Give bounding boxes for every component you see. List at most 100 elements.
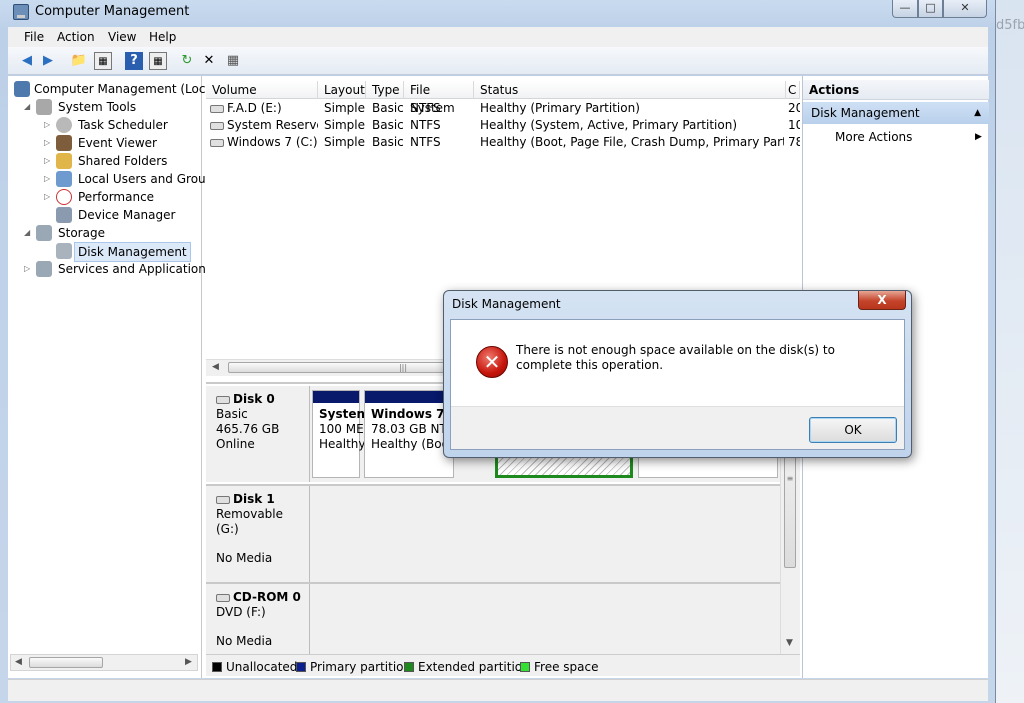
volume-type: Basic xyxy=(372,118,404,132)
scroll-right-icon[interactable]: ▶ xyxy=(185,657,192,667)
scroll-left-icon[interactable]: ◀ xyxy=(212,362,219,372)
volume-capacity: 10 xyxy=(788,118,800,132)
services-icon xyxy=(36,261,52,277)
scroll-left-icon[interactable]: ◀ xyxy=(15,657,22,667)
drive-icon xyxy=(210,104,224,113)
tree-label: Computer Management (Local xyxy=(34,82,217,96)
dialog-title: Disk Management xyxy=(452,297,561,311)
disk-name: Disk 0 xyxy=(233,392,275,406)
volume-layout: Simple xyxy=(324,101,365,115)
expand-arrow-icon[interactable]: ▷ xyxy=(44,134,54,152)
maximize-button[interactable]: □ xyxy=(918,0,943,18)
menu-action[interactable]: Action xyxy=(57,30,95,44)
column-layout[interactable]: Layout xyxy=(318,81,366,99)
disk-1-row[interactable]: Disk 1 Removable (G:) No Media xyxy=(206,484,780,582)
shared-folder-icon xyxy=(56,153,72,169)
tools-icon xyxy=(36,99,52,115)
actions-section-disk-management[interactable]: Disk Management ▲ xyxy=(803,102,989,124)
drive-icon xyxy=(210,121,224,130)
more-actions-link[interactable]: More Actions xyxy=(835,128,912,146)
cdrom-0-row[interactable]: CD-ROM 0 DVD (F:) No Media xyxy=(206,582,780,656)
volume-layout: Simple xyxy=(324,118,365,132)
computer-icon xyxy=(14,81,30,97)
column-type[interactable]: Type xyxy=(366,81,404,99)
back-icon[interactable]: ◀ xyxy=(18,52,36,70)
tree-label: Device Manager xyxy=(78,208,176,222)
volume-label: F.A.D (E:) xyxy=(227,101,282,115)
volume-status: Healthy (System, Active, Primary Partiti… xyxy=(480,118,738,132)
menu-view[interactable]: View xyxy=(108,30,136,44)
submenu-arrow-icon[interactable]: ▶ xyxy=(975,128,982,146)
tree-label: Local Users and Groups xyxy=(78,172,220,186)
volume-capacity: 78 xyxy=(788,135,800,149)
toolbar: ◀ ▶ 📁 ▦ ? ▦ ↻ ✕ ▦ xyxy=(8,47,988,75)
disk-icon xyxy=(56,243,72,259)
device-manager-icon xyxy=(56,207,72,223)
partition-size: 100 ME xyxy=(319,422,364,436)
volume-layout: Simple xyxy=(324,135,365,149)
tree-label: Shared Folders xyxy=(78,154,168,168)
collapse-arrow-icon[interactable]: ◢ xyxy=(24,98,34,116)
properties-icon[interactable]: ▦ xyxy=(224,52,242,70)
volume-row[interactable]: F.A.D (E:) Simple Basic NTFS Healthy (Pr… xyxy=(206,100,800,117)
menu-file[interactable]: File xyxy=(24,30,44,44)
scroll-down-icon[interactable]: ▼ xyxy=(786,638,793,648)
expand-arrow-icon[interactable]: ▷ xyxy=(44,152,54,170)
swatch-unallocated xyxy=(212,662,222,672)
expand-arrow-icon[interactable]: ▷ xyxy=(44,188,54,206)
volume-type: Basic xyxy=(372,101,404,115)
title-bar[interactable]: Computer Management — □ ✕ xyxy=(0,0,996,26)
collapse-arrow-icon[interactable]: ◢ xyxy=(24,224,34,242)
menu-help[interactable]: Help xyxy=(149,30,176,44)
cd-drive-icon xyxy=(216,593,230,602)
legend-item: Primary partition xyxy=(296,660,411,674)
help-icon[interactable]: ? xyxy=(125,52,143,70)
partition-windows-7[interactable]: Windows 7 ( 78.03 GB NTFS Healthy (Boot xyxy=(364,390,461,478)
column-capacity[interactable]: C xyxy=(786,81,800,99)
column-file-system[interactable]: File System xyxy=(404,81,474,115)
expand-arrow-icon[interactable]: ▷ xyxy=(44,170,54,188)
show-hide-tree-icon[interactable]: ▦ xyxy=(94,52,112,70)
volume-row[interactable]: Windows 7 (C:) Simple Basic NTFS Healthy… xyxy=(206,134,800,151)
volume-list-header: Volume Layout Type File System Status C xyxy=(206,81,800,115)
dialog-close-button[interactable]: X xyxy=(858,291,906,310)
disk-state: Online xyxy=(216,437,255,451)
minimize-button[interactable]: — xyxy=(892,0,918,18)
delete-icon[interactable]: ✕ xyxy=(200,52,218,70)
legend-label: Free space xyxy=(534,660,599,674)
partition-status: Healthy xyxy=(319,437,366,451)
disk-1-area xyxy=(310,486,780,582)
background-window-text: d5fb xyxy=(996,18,1024,33)
partition-system-reserved[interactable]: Systen 100 ME Healthy xyxy=(312,390,366,478)
show-hide-action-pane-icon[interactable]: ▦ xyxy=(149,52,167,70)
tree-label: Storage xyxy=(58,226,105,240)
disk-type: Basic xyxy=(216,407,248,421)
window-title: Computer Management xyxy=(35,4,190,19)
column-status[interactable]: Status xyxy=(474,81,786,99)
disk-type: Removable (G:) xyxy=(216,507,284,536)
volume-row[interactable]: System Reserved Simple Basic NTFS Health… xyxy=(206,117,800,134)
collapse-up-icon[interactable]: ▲ xyxy=(974,102,981,124)
disk-type: DVD (F:) xyxy=(216,605,266,619)
expand-arrow-icon[interactable]: ▷ xyxy=(44,116,54,134)
legend-item: Unallocated xyxy=(212,660,297,674)
scroll-thumb[interactable] xyxy=(29,657,103,668)
actions-title: Actions xyxy=(803,80,989,100)
up-folder-icon[interactable]: 📁 xyxy=(70,52,88,70)
computer-management-icon xyxy=(13,4,29,20)
expand-arrow-icon[interactable]: ▷ xyxy=(24,260,34,278)
forward-icon[interactable]: ▶ xyxy=(39,52,57,70)
close-window-button[interactable]: ✕ xyxy=(943,0,987,18)
partition-info: Systen 100 ME Healthy xyxy=(319,407,366,452)
menu-bar: File Action View Help xyxy=(8,27,988,47)
column-volume[interactable]: Volume xyxy=(206,81,318,99)
actions-section-label: Disk Management xyxy=(811,106,920,120)
tree-horizontal-scrollbar[interactable]: ◀ ▶ xyxy=(10,654,198,671)
volume-type: Basic xyxy=(372,135,404,149)
swatch-extended xyxy=(404,662,414,672)
disk-management-error-dialog: Disk Management X ✕ There is not enough … xyxy=(443,290,912,458)
storage-icon xyxy=(36,225,52,241)
refresh-icon[interactable]: ↻ xyxy=(178,52,196,70)
ok-button[interactable]: OK xyxy=(809,417,897,443)
dialog-footer: OK xyxy=(451,406,904,449)
